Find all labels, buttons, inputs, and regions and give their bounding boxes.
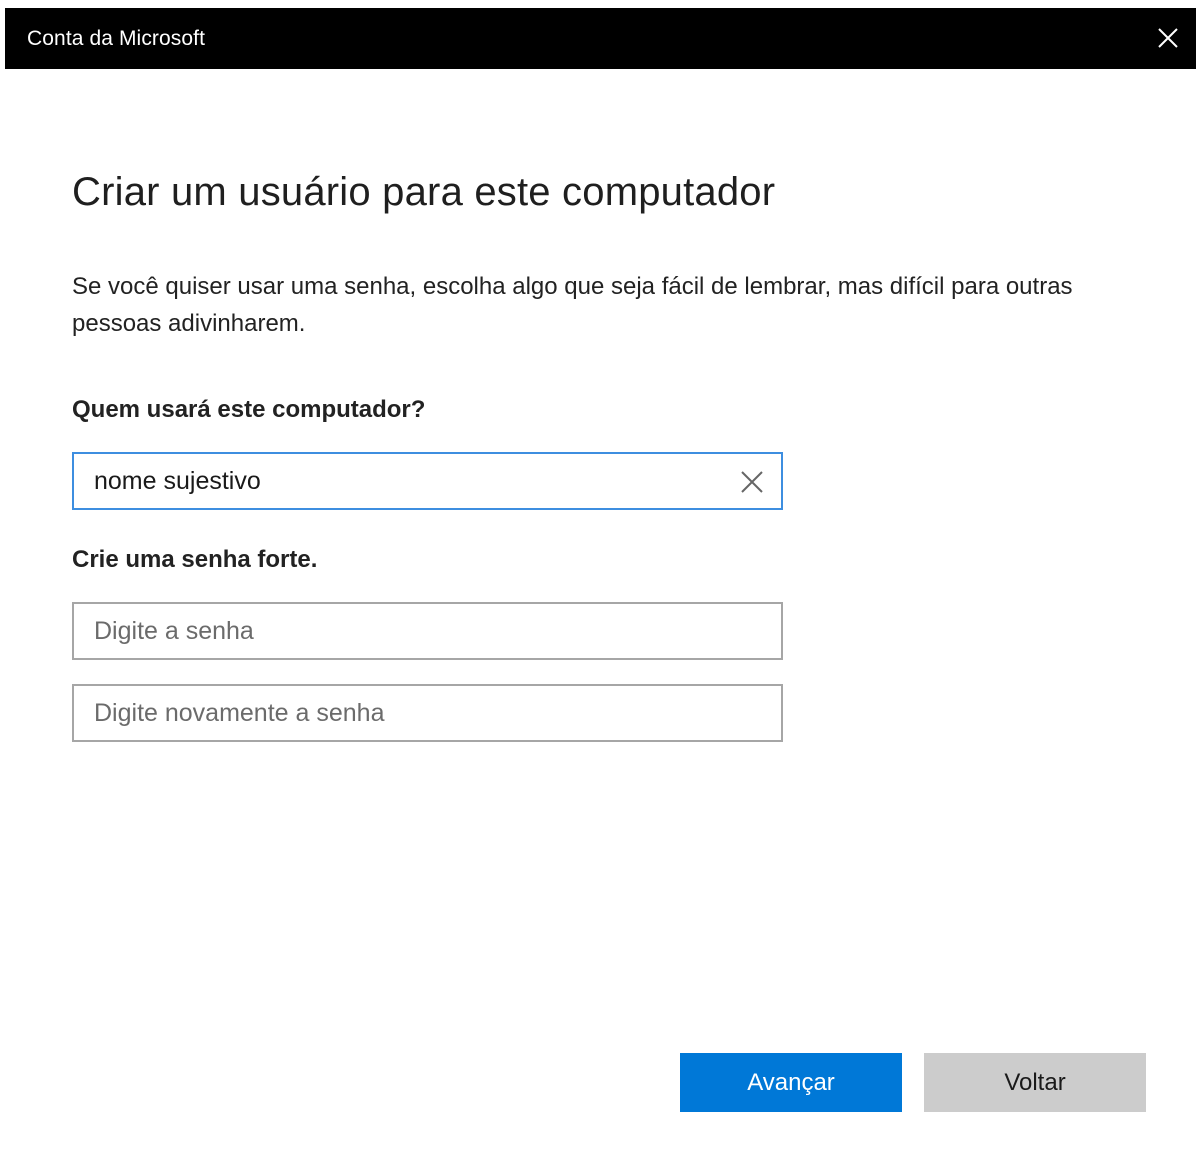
page-description: Se você quiser usar uma senha, escolha a… [72, 273, 1073, 337]
microsoft-account-dialog: Conta da Microsoft Criar um usuário para… [0, 0, 1196, 1171]
close-button[interactable] [1140, 8, 1196, 69]
password-field [72, 602, 783, 660]
username-field [72, 452, 783, 510]
close-icon [1158, 28, 1178, 48]
confirm-password-field [72, 684, 783, 742]
username-label: Quem usará este computador? [72, 396, 426, 423]
next-button[interactable]: Avançar [680, 1053, 902, 1112]
title-bar: Conta da Microsoft [5, 8, 1196, 69]
password-input[interactable] [94, 604, 714, 658]
page-title: Criar um usuário para este computador [72, 170, 776, 214]
password-label: Crie uma senha forte. [72, 546, 318, 573]
clear-input-button[interactable] [739, 469, 765, 495]
username-input[interactable] [94, 454, 714, 508]
back-button[interactable]: Voltar [924, 1053, 1146, 1112]
clear-icon [741, 471, 763, 493]
window-title: Conta da Microsoft [27, 27, 206, 50]
confirm-password-input[interactable] [94, 686, 714, 740]
